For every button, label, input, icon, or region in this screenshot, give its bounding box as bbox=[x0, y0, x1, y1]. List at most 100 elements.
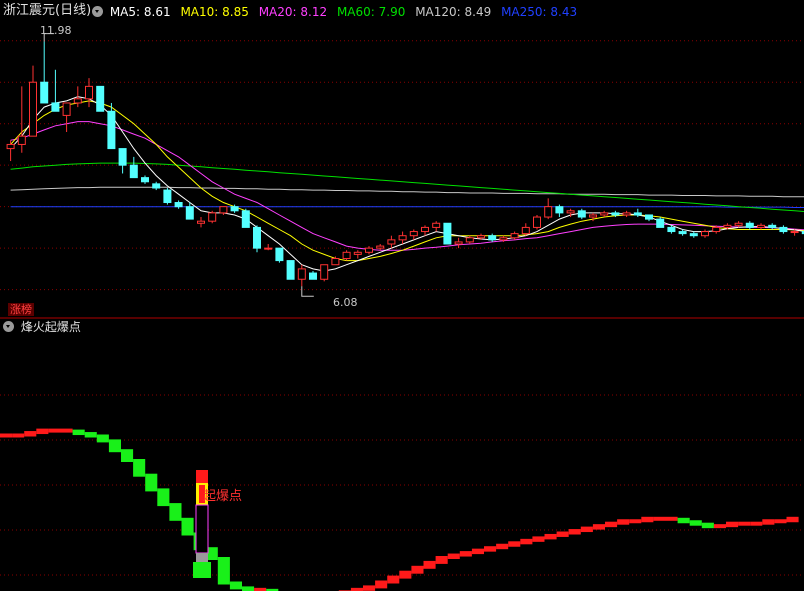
candle-body-27 bbox=[309, 272, 317, 280]
candle-body-18 bbox=[208, 212, 217, 222]
candle-body-28 bbox=[320, 264, 329, 280]
candle-body-16 bbox=[185, 206, 194, 220]
rank-tag[interactable]: 涨榜 bbox=[8, 303, 34, 316]
indicator-bar-1 bbox=[12, 433, 25, 438]
candle-body-23 bbox=[264, 247, 273, 250]
indicator-bar-39 bbox=[471, 548, 484, 555]
indicator-bar-47 bbox=[568, 529, 581, 535]
candle-body-7 bbox=[85, 85, 93, 100]
candle-body-49 bbox=[555, 206, 564, 214]
candle-body-53 bbox=[600, 212, 609, 216]
candle-body-54 bbox=[611, 212, 620, 216]
candle-body-56 bbox=[633, 212, 642, 216]
candle-body-46 bbox=[521, 226, 530, 235]
indicator-bar-40 bbox=[484, 546, 497, 552]
indicator-bar-57 bbox=[689, 520, 702, 526]
chart-stage: 浙江震元(日线) MA5: 8.61 MA10: 8.85 MA20: 8.12… bbox=[0, 0, 804, 591]
ma20-legend: MA20: 8.12 bbox=[258, 5, 328, 19]
signal-label: 起爆点 bbox=[203, 489, 243, 504]
indicator-bar-15 bbox=[181, 517, 194, 536]
ma60-line bbox=[10, 162, 804, 212]
indicator-bar-38 bbox=[459, 551, 472, 557]
candle-body-47 bbox=[533, 216, 541, 228]
candle-body-19 bbox=[219, 206, 228, 214]
candle-body-10 bbox=[118, 148, 127, 166]
candle-body-62 bbox=[701, 231, 709, 237]
candle-body-65 bbox=[734, 222, 743, 226]
indicator-bar-53 bbox=[641, 516, 654, 523]
ma10-line bbox=[10, 100, 804, 262]
ma120-legend: MA120: 8.49 bbox=[415, 5, 492, 19]
candle-body-32 bbox=[365, 247, 373, 253]
candle-body-34 bbox=[387, 239, 396, 245]
indicator-bar-19 bbox=[229, 581, 242, 590]
ma5-line bbox=[10, 96, 804, 272]
stock-title: 浙江震元(日线) bbox=[3, 4, 91, 18]
indicator-bar-43 bbox=[520, 538, 533, 545]
indicator-bar-61 bbox=[738, 521, 751, 526]
candle-body-4 bbox=[51, 102, 60, 112]
ma-menu-icon[interactable] bbox=[92, 6, 103, 17]
candle-body-12 bbox=[141, 177, 149, 183]
candle-body-6 bbox=[73, 98, 82, 104]
indicator-bar-56 bbox=[677, 517, 690, 524]
ma5-legend: MA5: 8.61 bbox=[109, 5, 171, 19]
candle-body-50 bbox=[566, 210, 575, 214]
indicator-bar-20 bbox=[242, 586, 255, 591]
indicator-bar-10 bbox=[121, 449, 134, 462]
stock-title-text: 浙江震元(日线) bbox=[3, 3, 92, 18]
candle-body-51 bbox=[577, 210, 586, 218]
indicator-bar-51 bbox=[617, 519, 630, 525]
indicator-bar-18 bbox=[217, 557, 230, 585]
indicator-bar-46 bbox=[556, 531, 569, 537]
ma250-line bbox=[10, 206, 804, 208]
indicator-bar-4 bbox=[48, 428, 61, 433]
candle-body-64 bbox=[723, 224, 732, 228]
indicator-title-text: 烽火起爆点 bbox=[20, 320, 81, 334]
indicator-bar-54 bbox=[653, 516, 666, 521]
ma250-legend: MA250: 8.43 bbox=[501, 5, 578, 19]
indicator-bar-59 bbox=[713, 524, 726, 529]
indicator-bar-12 bbox=[145, 473, 158, 492]
indicator-bar-41 bbox=[496, 543, 509, 550]
candle-body-31 bbox=[353, 251, 362, 255]
indicator-bar-11 bbox=[133, 459, 146, 477]
candle-body-2 bbox=[29, 81, 37, 137]
candle-body-29 bbox=[331, 258, 340, 266]
candle-body-5 bbox=[62, 102, 71, 116]
candle-body-3 bbox=[40, 81, 49, 104]
indicator-bar-30 bbox=[363, 585, 376, 591]
indicator-bar-58 bbox=[701, 522, 714, 529]
indicator-bar-5 bbox=[60, 428, 73, 433]
candle-body-41 bbox=[465, 237, 474, 243]
candle-body-58 bbox=[656, 218, 665, 228]
indicator-menu-icon[interactable] bbox=[3, 321, 14, 332]
indicator-bar-9 bbox=[108, 439, 121, 453]
indicator-bar-65 bbox=[786, 516, 799, 523]
candle-body-48 bbox=[544, 206, 553, 218]
indicator-bar-64 bbox=[774, 519, 787, 524]
candle-body-11 bbox=[129, 164, 138, 179]
indicator-bar-0 bbox=[0, 433, 13, 438]
candle-body-24 bbox=[275, 247, 284, 262]
indicator-bar-44 bbox=[532, 536, 545, 542]
indicator-bar-31 bbox=[375, 580, 388, 589]
ma120-line bbox=[10, 186, 804, 198]
candle-body-20 bbox=[230, 206, 239, 212]
signal-green-block bbox=[193, 562, 211, 578]
indicator-bar-63 bbox=[762, 519, 775, 525]
candle-body-70 bbox=[790, 231, 799, 234]
candle-body-57 bbox=[645, 214, 653, 220]
indicator-bar-55 bbox=[665, 516, 678, 521]
candle-body-68 bbox=[768, 224, 777, 228]
indicator-bar-13 bbox=[157, 488, 170, 507]
candle-body-39 bbox=[443, 222, 452, 245]
indicator-bar-34 bbox=[411, 565, 424, 574]
signal-magenta-frame bbox=[195, 504, 209, 554]
min-price-label: 6.08 bbox=[333, 296, 358, 309]
indicator-bar-45 bbox=[544, 533, 557, 540]
candle-body-15 bbox=[174, 202, 183, 208]
indicator-bar-35 bbox=[423, 560, 436, 569]
candle-body-38 bbox=[432, 222, 441, 228]
candle-body-37 bbox=[421, 226, 429, 233]
